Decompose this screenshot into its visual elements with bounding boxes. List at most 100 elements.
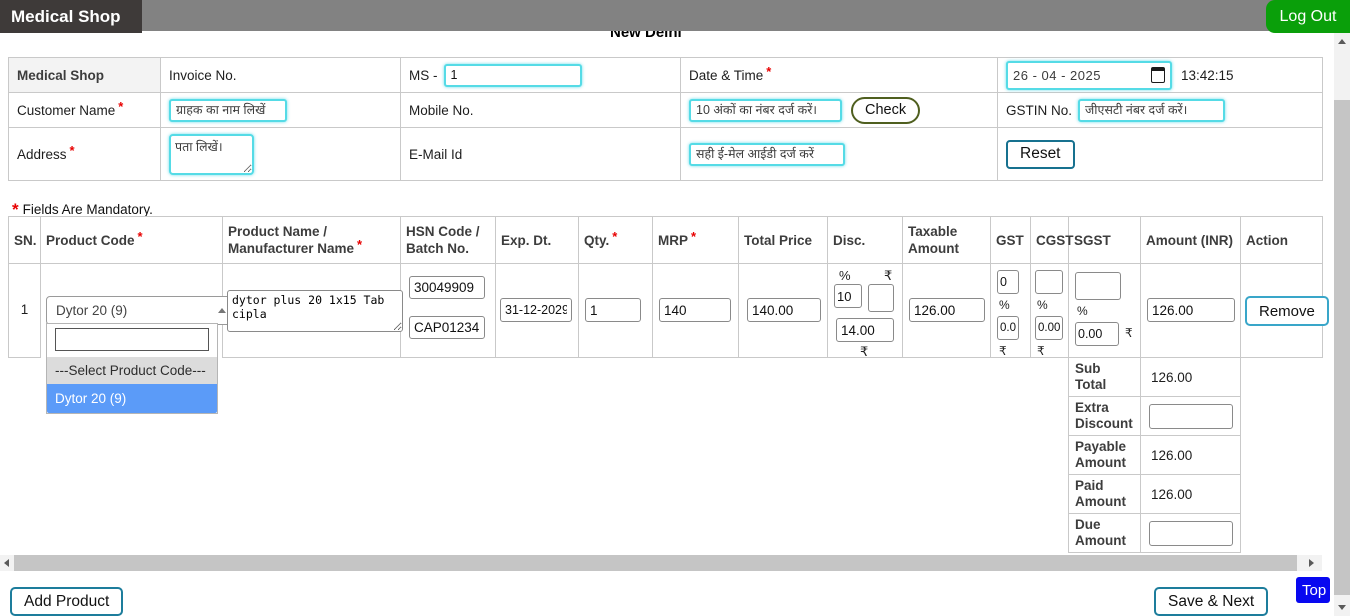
customer-name-input[interactable] [169, 99, 287, 122]
gst-pct-input[interactable] [997, 270, 1019, 294]
col-mrp: MRP* [653, 217, 739, 264]
scroll-right-icon[interactable] [1309, 559, 1314, 567]
remove-button[interactable]: Remove [1245, 296, 1329, 326]
total-price-cell [739, 264, 828, 358]
batch-no-input[interactable] [409, 316, 485, 339]
topbar [0, 0, 1350, 31]
product-row: 1 Dytor 20 (9) ---Select Product Code---… [9, 264, 1323, 358]
gstin-input[interactable] [1078, 99, 1225, 122]
scroll-left-icon[interactable] [4, 559, 9, 567]
col-sn: SN. [9, 217, 41, 264]
vertical-scrollbar-thumb[interactable] [1334, 100, 1350, 595]
app-title: Medical Shop [0, 0, 142, 33]
dropdown-option-placeholder[interactable]: ---Select Product Code--- [47, 357, 217, 384]
date-time-label: Date & Time [689, 68, 763, 83]
dropdown-option-selected[interactable]: Dytor 20 (9) [47, 384, 217, 413]
percent-label: % [1037, 298, 1048, 312]
product-code-dropdown: ---Select Product Code--- Dytor 20 (9) [46, 323, 218, 414]
required-marker: * [118, 99, 123, 114]
date-time-cell: 26 - 04 - 2025 13:42:15 [998, 58, 1323, 93]
sn-cell: 1 [9, 264, 41, 358]
col-product-code: Product Code* [41, 217, 223, 264]
address-textarea[interactable] [169, 134, 254, 175]
extra-discount-row: ExtraDiscount [1069, 397, 1241, 436]
email-input[interactable] [689, 143, 845, 166]
gst-rs-input[interactable] [997, 316, 1019, 340]
rupee-label: ₹ [1037, 344, 1045, 358]
taxable-input[interactable] [909, 298, 985, 322]
required-marker: * [766, 64, 771, 79]
address-label-cell: Address * [9, 128, 161, 181]
disc-amount-input[interactable] [836, 318, 894, 342]
customer-name-cell [161, 93, 401, 128]
subtotal-row: SubTotal 126.00 [1069, 358, 1241, 397]
sgst-rs-input[interactable] [1075, 322, 1119, 346]
scroll-up-icon[interactable] [1338, 39, 1346, 44]
qty-input[interactable] [585, 298, 641, 322]
reset-button[interactable]: Reset [1006, 140, 1075, 169]
horizontal-scrollbar-thumb[interactable] [14, 555, 1297, 571]
calendar-icon[interactable] [1151, 67, 1165, 83]
col-gst: GST [991, 217, 1031, 264]
top-button[interactable]: Top [1296, 577, 1330, 603]
col-product-name: Product Name /Manufacturer Name* [223, 217, 401, 264]
add-product-button[interactable]: Add Product [10, 587, 123, 616]
mobile-cell: Check [681, 93, 998, 128]
invoice-no-cell: MS - [401, 58, 681, 93]
amount-input[interactable] [1147, 298, 1235, 322]
percent-label: % [1077, 304, 1088, 318]
totals-summary: SubTotal 126.00 ExtraDiscount PayableAmo… [1068, 358, 1241, 553]
rupee-label: ₹ [884, 268, 892, 284]
product-code-select[interactable]: Dytor 20 (9) [46, 296, 236, 325]
exp-date-input[interactable] [500, 298, 572, 322]
cgst-pct-input[interactable] [1035, 270, 1063, 294]
payable-amount-row: PayableAmount 126.00 [1069, 436, 1241, 475]
disc-rs-input[interactable] [868, 284, 894, 312]
cgst-cell: % ₹ [1031, 264, 1069, 358]
selected-product-code: Dytor 20 (9) [56, 303, 127, 318]
due-amount-input[interactable] [1149, 521, 1233, 546]
qty-cell [579, 264, 653, 358]
paid-amount-row: PaidAmount 126.00 [1069, 475, 1241, 514]
dropdown-search-input[interactable] [55, 328, 209, 351]
col-exp: Exp. Dt. [496, 217, 579, 264]
invoice-no-input[interactable] [444, 64, 582, 87]
save-next-button[interactable]: Save & Next [1154, 587, 1268, 616]
invoice-no-label: Invoice No. [161, 58, 401, 93]
logout-button[interactable]: Log Out [1266, 0, 1350, 33]
taxable-cell [903, 264, 991, 358]
email-cell [681, 128, 998, 181]
scroll-down-icon[interactable] [1338, 605, 1346, 610]
col-action: Action [1241, 217, 1323, 264]
product-table: SN. Product Code* Product Name /Manufact… [8, 216, 1323, 358]
col-cgst: CGST [1031, 217, 1069, 264]
disc-pct-input[interactable] [834, 284, 862, 308]
action-cell: Remove [1241, 264, 1323, 358]
product-name-textarea[interactable]: dytor plus 20 1x15 Tab cipla [227, 290, 403, 332]
total-price-input[interactable] [747, 298, 821, 322]
shop-name-label: Medical Shop [9, 58, 161, 93]
mobile-input[interactable] [689, 99, 842, 122]
percent-label: % [999, 298, 1010, 312]
rupee-label: ₹ [1125, 326, 1133, 340]
col-amount: Amount (INR) [1141, 217, 1241, 264]
sgst-pct-input[interactable] [1075, 272, 1121, 300]
customer-name-label: Customer Name [17, 103, 115, 118]
extra-discount-input[interactable] [1149, 404, 1233, 429]
mrp-input[interactable] [659, 298, 731, 322]
reset-cell: Reset [998, 128, 1323, 181]
date-input[interactable]: 26 - 04 - 2025 [1006, 61, 1172, 90]
hsn-code-input[interactable] [409, 276, 485, 299]
vertical-scrollbar[interactable] [1334, 33, 1350, 616]
horizontal-scrollbar[interactable] [0, 555, 1322, 571]
product-code-cell: Dytor 20 (9) ---Select Product Code--- D… [41, 264, 223, 358]
address-cell [161, 128, 401, 181]
col-qty: Qty.* [579, 217, 653, 264]
required-marker: * [612, 229, 617, 244]
check-button[interactable]: Check [851, 97, 920, 124]
customer-name-label-cell: Customer Name * [9, 93, 161, 128]
cgst-rs-input[interactable] [1035, 316, 1063, 340]
amount-cell [1141, 264, 1241, 358]
col-disc: Disc. [828, 217, 903, 264]
hsn-batch-cell [401, 264, 496, 358]
